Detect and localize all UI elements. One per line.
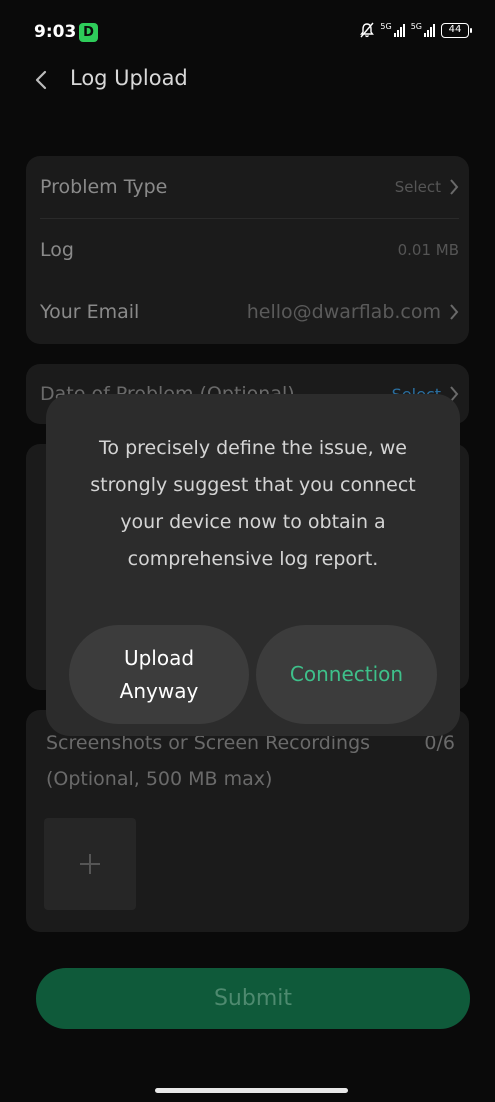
log-label: Log [40, 239, 74, 261]
add-media-button[interactable] [44, 818, 136, 910]
problem-type-label: Problem Type [40, 176, 168, 198]
signal-icon: 5G [380, 22, 405, 37]
status-bar: 9:03 D 5G 5G 44 [0, 0, 495, 60]
screenshots-note: (Optional, 500 MB max) [46, 768, 273, 790]
chevron-left-icon[interactable] [31, 68, 53, 92]
status-time: 9:03 [34, 22, 77, 42]
status-icons: 5G 5G 44 [360, 22, 472, 38]
log-size: 0.01 MB [397, 241, 459, 259]
screen: 9:03 D 5G 5G 44 Log Upload Problem Type … [0, 0, 495, 1102]
upload-anyway-label: Upload Anyway [120, 642, 199, 708]
details-card: Problem Type Select Log 0.01 MB Your Ema… [26, 156, 469, 344]
screenshots-card: Screenshots or Screen Recordings 0/6 (Op… [26, 710, 469, 932]
home-indicator[interactable] [155, 1088, 348, 1093]
email-value: hello@dwarflab.com [247, 301, 459, 323]
nav-bar: Log Upload [0, 56, 495, 104]
connect-device-dialog: To precisely define the issue, we strong… [46, 394, 460, 736]
email-row[interactable]: Your Email hello@dwarflab.com [40, 281, 459, 343]
signal-1-label: 5G [380, 22, 392, 31]
chevron-right-icon [450, 304, 459, 320]
email-label: Your Email [40, 301, 140, 323]
signal-2-label: 5G [410, 22, 422, 31]
log-row: Log 0.01 MB [40, 219, 459, 281]
page-title: Log Upload [70, 66, 188, 90]
chevron-right-icon [450, 179, 459, 195]
email-text: hello@dwarflab.com [246, 301, 441, 323]
problem-type-row[interactable]: Problem Type Select [40, 156, 459, 218]
upload-label-line2: Anyway [119, 678, 199, 703]
submit-button[interactable]: Submit [36, 968, 470, 1029]
problem-type-value: Select [395, 178, 459, 196]
signal-icon: 5G [411, 23, 435, 37]
app-notification-icon: D [79, 23, 98, 42]
muted-bell-icon [360, 22, 375, 38]
upload-label-line1: Upload [123, 645, 195, 670]
connection-button[interactable]: Connection [256, 625, 437, 724]
problem-type-select: Select [394, 178, 441, 196]
dialog-message: To precisely define the issue, we strong… [90, 437, 416, 570]
battery-icon: 44 [441, 22, 472, 38]
upload-anyway-button[interactable]: Upload Anyway [69, 625, 249, 724]
